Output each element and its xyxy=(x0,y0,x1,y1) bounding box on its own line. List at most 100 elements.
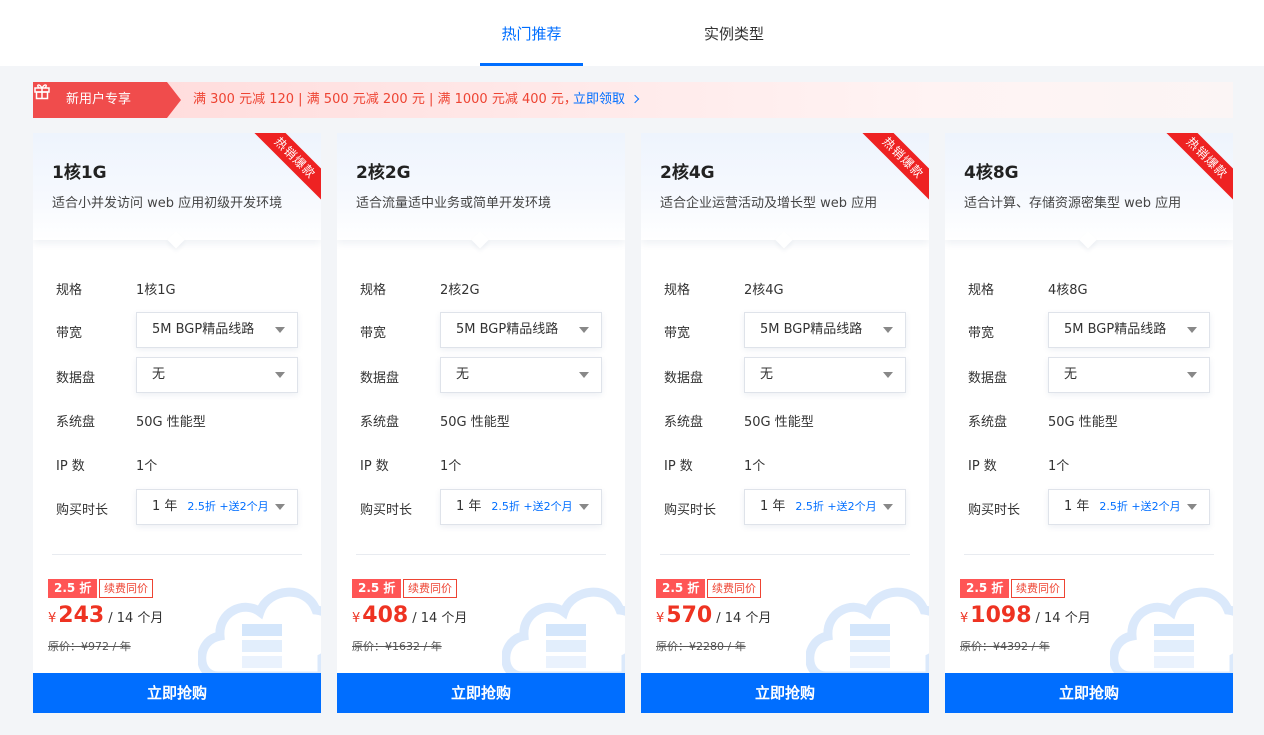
buy-now-button[interactable]: 立即抢购 xyxy=(33,673,321,713)
card-title: 2核4G xyxy=(660,163,715,183)
duration-selected-value: 1 年 2.5折 +送2个月 xyxy=(760,490,877,524)
claim-now-label: 立即领取 xyxy=(573,92,626,107)
cloud-server-icon xyxy=(806,587,929,678)
price-period: / 14 个月 xyxy=(716,611,772,626)
bandwidth-label: 带宽 xyxy=(360,326,387,341)
system-disk-label: 系统盘 xyxy=(968,415,1008,430)
spec-value: 2核2G xyxy=(440,283,480,298)
buy-now-button[interactable]: 立即抢购 xyxy=(337,673,625,713)
buy-now-button[interactable]: 立即抢购 xyxy=(945,673,1233,713)
caret-down-icon xyxy=(1187,372,1197,378)
price-currency: ¥ xyxy=(656,611,665,626)
divider xyxy=(356,554,606,555)
card-header: 2核2G 适合流量适中业务或简单开发环境 xyxy=(337,133,625,240)
system-disk-value: 50G 性能型 xyxy=(744,415,814,430)
data-disk-select[interactable]: 无 xyxy=(440,357,602,393)
price-line: ¥408/ 14 个月 xyxy=(352,603,467,628)
duration-select[interactable]: 1 年 2.5折 +送2个月 xyxy=(136,489,298,525)
bandwidth-selected-value: 5M BGP精品线路 xyxy=(456,322,559,337)
duration-promo: 2.5折 +送2个月 xyxy=(491,500,573,513)
duration-select[interactable]: 1 年 2.5折 +送2个月 xyxy=(744,489,906,525)
caret-down-icon xyxy=(275,372,285,378)
discount-badge: 2.5 折 xyxy=(352,579,402,598)
bandwidth-select[interactable]: 5M BGP精品线路 xyxy=(1048,312,1210,348)
tab-hot-recommend[interactable]: 热门推荐 xyxy=(480,0,583,66)
system-disk-label: 系统盘 xyxy=(360,415,400,430)
caret-down-icon xyxy=(579,504,589,510)
caret-down-icon xyxy=(579,372,589,378)
card-description: 适合企业运营活动及增长型 web 应用 xyxy=(660,196,878,211)
duration-selected-value: 1 年 2.5折 +送2个月 xyxy=(1064,490,1181,524)
duration-value: 1 年 xyxy=(1064,499,1090,514)
system-disk-value: 50G 性能型 xyxy=(440,415,510,430)
bandwidth-selected-value: 5M BGP精品线路 xyxy=(760,322,863,337)
claim-now-link[interactable]: 立即领取 xyxy=(573,82,640,118)
duration-value: 1 年 xyxy=(152,499,178,514)
gift-icon xyxy=(34,84,50,100)
caret-down-icon xyxy=(1187,504,1197,510)
ip-count-label: IP 数 xyxy=(664,459,693,474)
tab-instance-type[interactable]: 实例类型 xyxy=(690,0,778,66)
data-disk-select[interactable]: 无 xyxy=(136,357,298,393)
caret-down-icon xyxy=(275,327,285,333)
caret-down-icon xyxy=(883,504,893,510)
price-period: / 14 个月 xyxy=(1035,611,1091,626)
duration-value: 1 年 xyxy=(760,499,786,514)
price-amount: 408 xyxy=(362,603,409,628)
spec-value: 1核1G xyxy=(136,283,176,298)
duration-label: 购买时长 xyxy=(360,503,413,518)
data-disk-label: 数据盘 xyxy=(360,371,400,386)
system-disk-label: 系统盘 xyxy=(664,415,704,430)
divider xyxy=(964,554,1214,555)
bandwidth-select[interactable]: 5M BGP精品线路 xyxy=(440,312,602,348)
data-disk-selected-value: 无 xyxy=(760,367,774,382)
duration-select[interactable]: 1 年 2.5折 +送2个月 xyxy=(1048,489,1210,525)
ip-count-label: IP 数 xyxy=(360,459,389,474)
price-currency: ¥ xyxy=(960,611,969,626)
chevron-right-icon xyxy=(630,94,640,104)
duration-select[interactable]: 1 年 2.5折 +送2个月 xyxy=(440,489,602,525)
bandwidth-label: 带宽 xyxy=(968,326,995,341)
discount-badge: 2.5 折 xyxy=(960,579,1010,598)
price-amount: 243 xyxy=(58,603,105,628)
ip-count-value: 1个 xyxy=(744,459,766,474)
price-line: ¥570/ 14 个月 xyxy=(656,603,771,628)
card-title: 1核1G xyxy=(52,163,107,183)
bandwidth-selected-value: 5M BGP精品线路 xyxy=(1064,322,1167,337)
bandwidth-select[interactable]: 5M BGP精品线路 xyxy=(136,312,298,348)
product-card: 1核1G 适合小并发访问 web 应用初级开发环境 热销爆款 规格 1核1G 带… xyxy=(33,133,321,713)
original-price: 原价：¥4392 / 年 xyxy=(960,640,1050,653)
discount-badge: 2.5 折 xyxy=(656,579,706,598)
data-disk-selected-value: 无 xyxy=(456,367,470,382)
system-disk-value: 50G 性能型 xyxy=(136,415,206,430)
caret-down-icon xyxy=(1187,327,1197,333)
duration-promo: 2.5折 +送2个月 xyxy=(1099,500,1181,513)
buy-now-button[interactable]: 立即抢购 xyxy=(641,673,929,713)
caret-down-icon xyxy=(883,327,893,333)
duration-value: 1 年 xyxy=(456,499,482,514)
price-period: / 14 个月 xyxy=(412,611,468,626)
duration-label: 购买时长 xyxy=(968,503,1021,518)
data-disk-select[interactable]: 无 xyxy=(744,357,906,393)
offer-text: 满 300 元减 120 | 满 500 元减 200 元 | 满 1000 元… xyxy=(193,92,577,107)
data-disk-label: 数据盘 xyxy=(968,371,1008,386)
bandwidth-label: 带宽 xyxy=(56,326,83,341)
ip-count-value: 1个 xyxy=(136,459,158,474)
bandwidth-select[interactable]: 5M BGP精品线路 xyxy=(744,312,906,348)
data-disk-selected-value: 无 xyxy=(1064,367,1078,382)
original-price: 原价：¥2280 / 年 xyxy=(656,640,746,653)
data-disk-select[interactable]: 无 xyxy=(1048,357,1210,393)
card-title: 4核8G xyxy=(964,163,1019,183)
new-user-tag: 新用户专享 xyxy=(33,82,181,118)
card-description: 适合计算、存储资源密集型 web 应用 xyxy=(964,196,1182,211)
caret-down-icon xyxy=(883,372,893,378)
system-disk-value: 50G 性能型 xyxy=(1048,415,1118,430)
price-period: / 14 个月 xyxy=(108,611,164,626)
product-card: 4核8G 适合计算、存储资源密集型 web 应用 热销爆款 规格 4核8G 带宽… xyxy=(945,133,1233,713)
duration-selected-value: 1 年 2.5折 +送2个月 xyxy=(152,490,269,524)
ip-count-value: 1个 xyxy=(440,459,462,474)
product-card: 2核4G 适合企业运营活动及增长型 web 应用 热销爆款 规格 2核4G 带宽… xyxy=(641,133,929,713)
divider xyxy=(52,554,302,555)
card-description: 适合小并发访问 web 应用初级开发环境 xyxy=(52,196,283,211)
ip-count-label: IP 数 xyxy=(56,459,85,474)
